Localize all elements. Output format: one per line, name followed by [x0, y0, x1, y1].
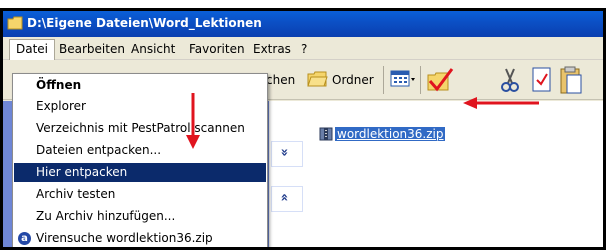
menu-bar: Datei Bearbeiten Ansicht Favoriten Extra… — [3, 37, 603, 60]
menu-help[interactable]: ? — [295, 40, 313, 58]
move-to-folder-icon[interactable] — [426, 67, 454, 93]
menu-item-virensuche[interactable]: a Virensuche wordlektion36.zip — [14, 229, 266, 247]
menu-item-pestpatrol-scan[interactable]: Verzeichnis mit PestPatrol scannen — [14, 119, 266, 138]
title-bar[interactable]: D:\Eigene Dateien\Word_Lektionen — [3, 11, 603, 37]
collapse-section-button[interactable]: » — [271, 141, 303, 167]
menu-datei[interactable]: Datei — [9, 39, 56, 60]
file-item[interactable]: wordlektion36.zip — [319, 125, 446, 143]
top-margin — [0, 0, 608, 8]
chevron-down-icon: » — [276, 148, 292, 157]
explorer-window: D:\Eigene Dateien\Word_Lektionen Datei B… — [0, 8, 606, 250]
menu-item-hier-entpacken[interactable]: Hier entpacken — [14, 163, 266, 182]
copy-icon[interactable] — [530, 66, 554, 94]
views-icon[interactable] — [390, 69, 416, 89]
left-arrow-annotation — [463, 97, 539, 109]
menu-item-oeffnen[interactable]: Öffnen — [14, 76, 266, 95]
toolbar-separator — [383, 66, 384, 94]
toolbar-separator — [420, 66, 421, 94]
menu-ansicht[interactable]: Ansicht — [125, 40, 181, 58]
menu-item-archiv-testen[interactable]: Archiv testen — [14, 185, 266, 204]
menu-extras[interactable]: Extras — [247, 40, 297, 58]
window-title: D:\Eigene Dateien\Word_Lektionen — [27, 16, 262, 30]
file-name: wordlektion36.zip — [335, 127, 446, 141]
task-pane-headers — [269, 101, 303, 247]
chevron-up-icon: « — [276, 193, 292, 202]
menu-item-explorer[interactable]: Explorer — [14, 97, 266, 116]
antivirus-icon: a — [18, 232, 31, 245]
paste-icon[interactable] — [559, 65, 583, 95]
menu-item-zu-archiv-hinzufuegen[interactable]: Zu Archiv hinzufügen... — [14, 207, 266, 226]
search-button-label[interactable]: chen — [266, 73, 295, 87]
expand-section-button[interactable]: « — [271, 186, 303, 212]
menu-item-dateien-entpacken[interactable]: Dateien entpacken... — [14, 141, 266, 160]
zip-file-icon — [319, 127, 333, 141]
folders-icon[interactable] — [306, 69, 328, 89]
folder-icon — [7, 16, 23, 30]
cut-icon[interactable] — [498, 67, 522, 93]
menu-item-virensuche-label: Virensuche wordlektion36.zip — [36, 231, 213, 245]
context-menu: Öffnen Explorer Verzeichnis mit PestPatr… — [12, 73, 268, 247]
menu-favoriten[interactable]: Favoriten — [183, 40, 251, 58]
down-arrow-annotation — [186, 93, 200, 149]
folders-button-label[interactable]: Ordner — [332, 73, 374, 87]
menu-bearbeiten[interactable]: Bearbeiten — [53, 40, 131, 58]
